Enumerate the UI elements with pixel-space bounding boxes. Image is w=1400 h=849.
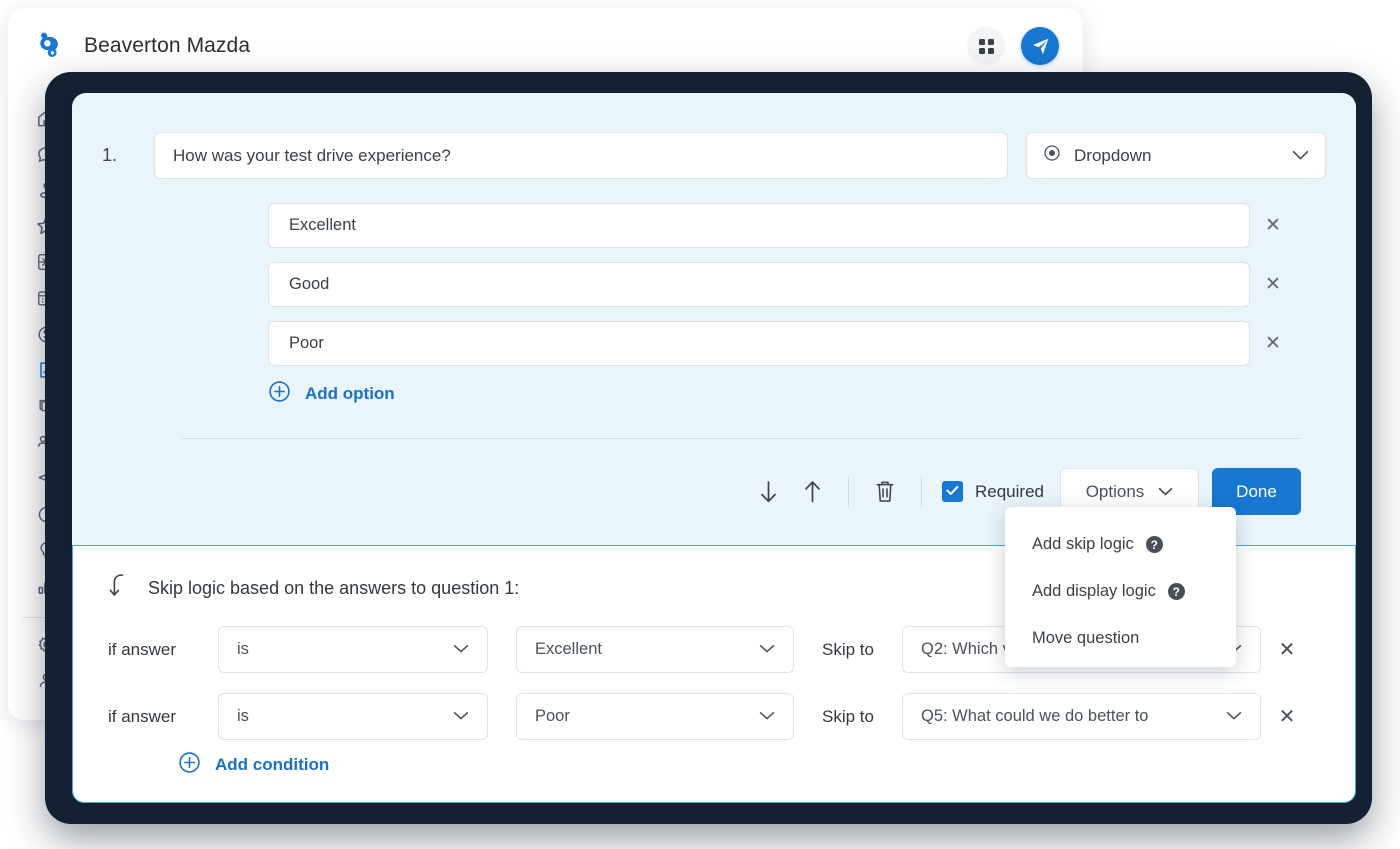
chevron-down-icon — [1158, 482, 1173, 502]
condition-row: if answer is Poor Skip to Q5: What could… — [108, 693, 1331, 740]
plus-circle-icon — [268, 380, 291, 408]
required-label: Required — [975, 481, 1044, 501]
toolbar-divider — [182, 438, 1301, 439]
chevron-down-icon — [759, 640, 775, 659]
skip-to-label: Skip to — [822, 706, 874, 726]
grid-apps-icon[interactable] — [967, 27, 1005, 65]
checkmark-icon — [946, 483, 959, 501]
header-actions — [967, 27, 1059, 65]
toolbar-separator — [921, 476, 922, 507]
paper-plane-icon[interactable] — [1021, 27, 1059, 65]
arrow-down-icon[interactable] — [746, 472, 790, 512]
option-value: Good — [289, 275, 330, 293]
arrow-up-icon[interactable] — [790, 472, 834, 512]
help-circle-icon[interactable]: ? — [1167, 583, 1185, 600]
add-condition-label: Add condition — [215, 755, 330, 774]
screen-root: Beaverton Mazda 1. How was your test dri… — [0, 0, 1400, 849]
chevron-down-icon — [453, 707, 469, 726]
condition-operator-value: is — [237, 707, 249, 725]
close-icon[interactable]: ✕ — [1261, 704, 1313, 729]
menu-item-move-question[interactable]: Move question — [1005, 615, 1236, 662]
option-value: Poor — [289, 334, 324, 352]
plus-circle-icon — [178, 751, 201, 779]
question-text-input[interactable]: How was your test drive experience? — [154, 132, 1008, 179]
condition-answer-select[interactable]: Excellent — [516, 626, 794, 673]
condition-operator-select[interactable]: is — [218, 626, 488, 673]
close-icon[interactable]: ✕ — [1261, 637, 1313, 662]
close-icon[interactable]: ✕ — [1250, 332, 1296, 355]
condition-answer-select[interactable]: Poor — [516, 693, 794, 740]
radio-circle-icon — [1043, 144, 1061, 167]
if-answer-label: if answer — [108, 639, 177, 659]
option-input[interactable]: Poor — [268, 321, 1250, 366]
question-number: 1. — [102, 145, 118, 165]
option-row: Poor ✕ — [268, 321, 1296, 366]
toolbar-separator — [848, 476, 849, 507]
help-circle-icon[interactable]: ? — [1145, 536, 1163, 553]
menu-item-add-skip-logic[interactable]: Add skip logic ? — [1005, 521, 1236, 568]
page-title: Beaverton Mazda — [84, 34, 251, 57]
skip-to-label: Skip to — [822, 639, 874, 659]
chevron-down-icon — [759, 707, 775, 726]
option-input[interactable]: Good — [268, 262, 1250, 307]
question-type-select[interactable]: Dropdown — [1026, 132, 1326, 179]
trash-icon[interactable] — [863, 472, 907, 512]
add-option-label: Add option — [305, 384, 395, 403]
bird-logo-icon — [32, 29, 66, 63]
add-condition-button[interactable]: Add condition — [178, 751, 329, 779]
option-row: Excellent ✕ — [268, 203, 1296, 248]
options-list: Excellent ✕ Good ✕ Poor ✕ Add option — [268, 203, 1296, 408]
help-glyph: ? — [1150, 537, 1158, 552]
close-icon[interactable]: ✕ — [1250, 214, 1296, 237]
menu-item-label: Add display logic — [1032, 582, 1156, 600]
question-text-value: How was your test drive experience? — [173, 145, 451, 165]
chevron-down-icon — [453, 640, 469, 659]
skip-logic-title: Skip logic based on the answers to quest… — [108, 572, 519, 605]
done-button-label: Done — [1236, 481, 1277, 501]
help-glyph: ? — [1172, 584, 1180, 599]
required-checkbox[interactable] — [942, 481, 963, 502]
option-row: Good ✕ — [268, 262, 1296, 307]
menu-item-add-display-logic[interactable]: Add display logic ? — [1005, 568, 1236, 615]
chevron-down-icon — [1226, 707, 1242, 726]
skip-to-value: Q5: What could we do better to — [921, 707, 1149, 725]
question-type-label: Dropdown — [1074, 145, 1152, 165]
condition-operator-value: is — [237, 640, 249, 658]
option-input[interactable]: Excellent — [268, 203, 1250, 248]
brand: Beaverton Mazda — [32, 29, 250, 63]
skip-logic-title-text: Skip logic based on the answers to quest… — [148, 578, 520, 598]
options-button-label: Options — [1085, 481, 1145, 501]
options-dropdown-menu: Add skip logic ? Add display logic ? Mov… — [1005, 507, 1236, 667]
required-checkbox-group[interactable]: Required — [942, 481, 1044, 502]
condition-answer-value: Excellent — [535, 640, 602, 658]
skip-arrow-icon — [108, 572, 130, 605]
option-value: Excellent — [289, 216, 356, 234]
close-icon[interactable]: ✕ — [1250, 273, 1296, 296]
menu-item-label: Move question — [1032, 629, 1140, 647]
chevron-down-icon — [1292, 146, 1309, 166]
add-option-button[interactable]: Add option — [268, 380, 1296, 408]
question-row: 1. How was your test drive experience? D… — [102, 132, 1326, 179]
condition-answer-value: Poor — [535, 707, 570, 725]
condition-operator-select[interactable]: is — [218, 693, 488, 740]
skip-to-select[interactable]: Q5: What could we do better to — [902, 693, 1261, 740]
question-editor-card: 1. How was your test drive experience? D… — [72, 93, 1356, 545]
if-answer-label: if answer — [108, 706, 177, 726]
menu-item-label: Add skip logic — [1032, 535, 1134, 553]
